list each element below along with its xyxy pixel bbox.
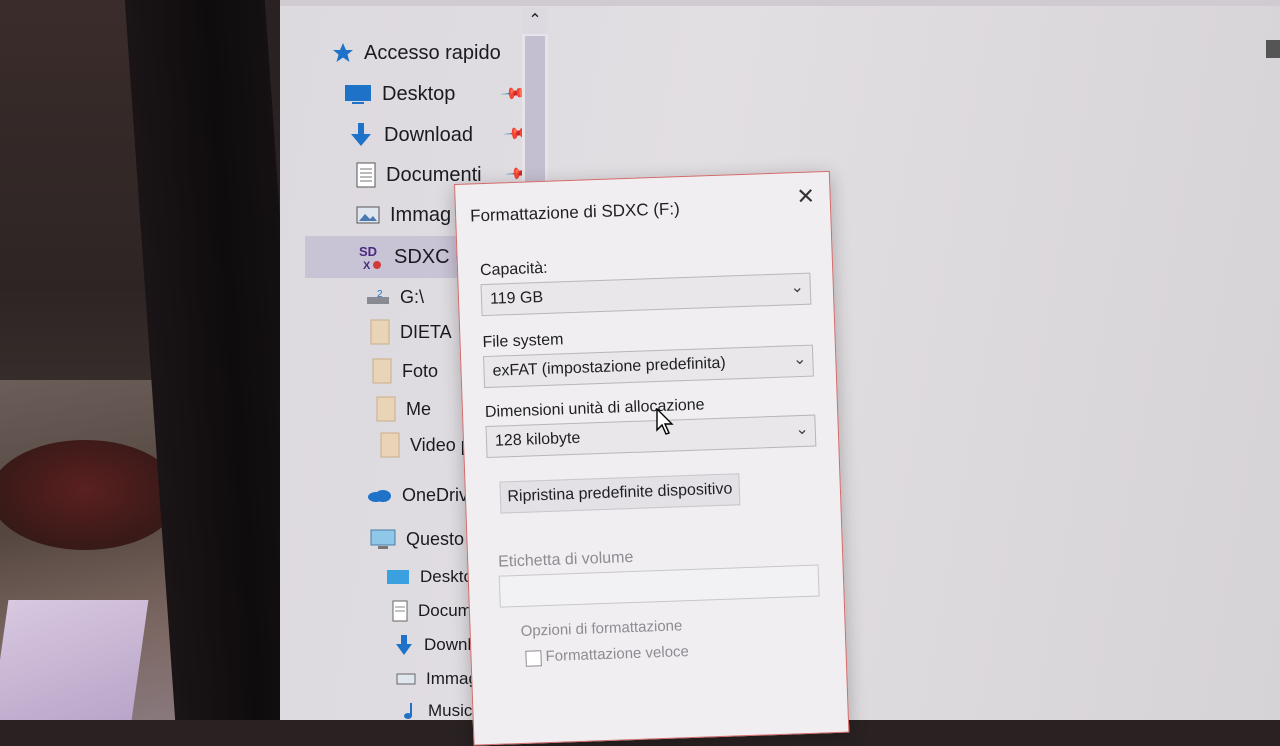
nav-item-folder-me-label: Me	[406, 398, 432, 419]
nav-item-onedrive-label: OneDriv	[402, 484, 469, 505]
desktop-icon	[386, 567, 410, 587]
nav-item-onedrive[interactable]: OneDriv	[366, 478, 468, 512]
folder-icon	[376, 396, 396, 422]
svg-text:X: X	[363, 260, 371, 272]
nav-item-pc-pictures[interactable]: Immag	[396, 662, 478, 696]
pictures-icon	[396, 670, 416, 688]
quick-format-label: Formattazione veloce	[545, 643, 690, 666]
quick-format-checkbox[interactable]	[525, 650, 542, 667]
documents-icon	[392, 600, 408, 622]
folder-icon	[380, 432, 400, 458]
nav-item-folder-dieta[interactable]: DIETA	[370, 315, 452, 349]
nav-item-folder-me[interactable]: Me	[376, 392, 431, 426]
chevron-down-icon: ⌄	[795, 420, 810, 439]
capacity-select[interactable]: 119 GB ⌄	[480, 272, 812, 317]
nav-item-folder-video-label: Video p	[410, 434, 471, 455]
svg-text:SD: SD	[359, 244, 377, 259]
nav-item-pictures[interactable]: Immag	[356, 198, 451, 232]
window-edge-icon	[1266, 40, 1280, 58]
format-dialog: Formattazione di SDXC (F:) ✕ Capacità: 1…	[454, 170, 850, 746]
restore-defaults-button[interactable]: Ripristina predefinite dispositivo	[499, 473, 741, 514]
star-icon	[332, 42, 354, 64]
nav-item-folder-foto[interactable]: Foto	[372, 354, 438, 388]
pictures-icon	[356, 205, 380, 225]
nav-item-download-label: Download	[384, 123, 473, 146]
onedrive-icon	[366, 486, 392, 504]
nav-item-folder-foto-label: Foto	[402, 360, 439, 381]
nav-item-pc-documents-label: Docum	[418, 601, 472, 620]
nav-item-pc-desktop-label: Deskto	[420, 567, 473, 586]
nav-item-download[interactable]: Download	[348, 118, 473, 152]
nav-item-drive-g[interactable]: 2 G:\	[366, 280, 424, 314]
volume-label-label: Etichetta di volume	[497, 548, 634, 571]
window-top-edge	[280, 0, 1280, 6]
volume-label-input[interactable]	[498, 564, 820, 608]
close-icon: ✕	[795, 183, 816, 210]
format-options-label: Opzioni di formattazione	[520, 617, 683, 640]
allocation-value: 128 kilobyte	[494, 429, 581, 450]
nav-item-sdxc[interactable]: SD X SDXC (	[358, 240, 462, 274]
download-icon	[394, 634, 414, 656]
filesystem-select[interactable]: exFAT (impostazione predefinita) ⌄	[483, 344, 814, 389]
nav-quick-access[interactable]: Accesso rapido	[332, 36, 501, 70]
download-icon	[348, 122, 374, 148]
filesystem-label: File system	[482, 331, 564, 352]
nav-item-folder-video[interactable]: Video p	[380, 428, 471, 462]
allocation-select[interactable]: 128 kilobyte ⌄	[485, 414, 817, 459]
nav-item-pc-music[interactable]: Musica	[400, 694, 482, 728]
filesystem-value: exFAT (impostazione predefinita)	[492, 354, 727, 380]
sd-card-icon: SD X	[358, 242, 384, 272]
nav-item-drive-g-label: G:\	[400, 286, 425, 307]
music-icon	[400, 701, 418, 721]
paper	[0, 600, 149, 720]
folder-icon	[372, 358, 392, 384]
dialog-title: Formattazione di SDXC (F:)	[469, 199, 681, 226]
nav-item-pc-documents[interactable]: Docum	[392, 594, 472, 628]
drive-icon: 2	[366, 287, 390, 307]
chevron-down-icon: ⌄	[792, 350, 807, 369]
capacity-value: 119 GB	[489, 288, 544, 308]
nav-item-pc-desktop[interactable]: Deskto	[386, 560, 473, 594]
capacity-label: Capacità:	[479, 259, 548, 280]
nav-item-desktop[interactable]: Desktop	[344, 77, 455, 111]
nav-item-this-pc[interactable]: Questo P	[370, 522, 481, 556]
svg-text:2: 2	[377, 289, 383, 300]
nav-item-pictures-label: Immag	[390, 203, 452, 226]
chevron-down-icon: ⌄	[790, 278, 805, 297]
scroll-up-button[interactable]: ⌃	[522, 8, 548, 34]
nav-item-sdxc-label: SDXC (	[394, 245, 462, 268]
mouse-cursor-icon	[656, 407, 676, 441]
desktop-icon	[344, 83, 372, 105]
this-pc-icon	[370, 528, 396, 550]
nav-item-pc-download[interactable]: Downlo	[394, 628, 481, 662]
folder-icon	[370, 319, 390, 345]
nav-item-desktop-label: Desktop	[382, 82, 456, 105]
close-button[interactable]: ✕	[793, 183, 818, 210]
scrollbar-thumb[interactable]	[525, 36, 545, 196]
nav-quick-access-label: Accesso rapido	[364, 41, 501, 64]
nav-item-folder-dieta-label: DIETA	[400, 321, 452, 342]
documents-icon	[356, 162, 376, 188]
